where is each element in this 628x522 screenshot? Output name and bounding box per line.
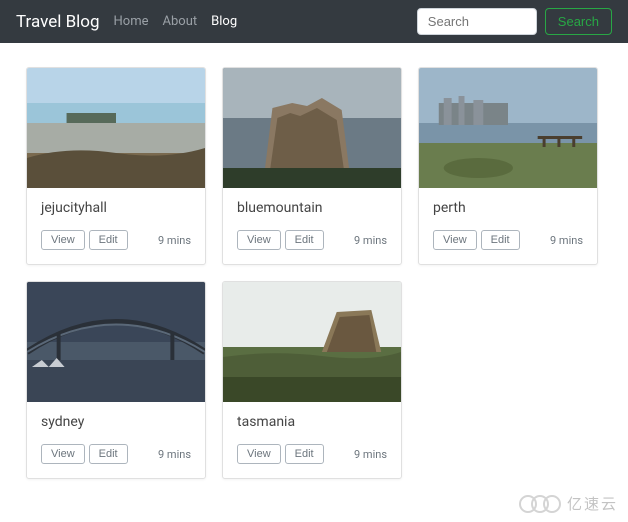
card-image xyxy=(223,282,401,402)
card-title: jejucityhall xyxy=(41,200,191,216)
card-grid: jejucityhall View Edit 9 mins bluemounta… xyxy=(0,43,628,503)
card-sydney: sydney View Edit 9 mins xyxy=(26,281,206,479)
card-title: bluemountain xyxy=(237,200,387,216)
navbar: Travel Blog Home About Blog Search xyxy=(0,0,628,43)
time-label: 9 mins xyxy=(354,448,387,461)
view-button[interactable]: View xyxy=(433,230,477,250)
card-image xyxy=(27,68,205,188)
watermark-text: 亿速云 xyxy=(567,493,618,514)
watermark-icon xyxy=(519,495,561,513)
nav-right: Search xyxy=(417,8,612,35)
view-button[interactable]: View xyxy=(41,230,85,250)
card-image xyxy=(27,282,205,402)
card-jejucityhall: jejucityhall View Edit 9 mins xyxy=(26,67,206,265)
card-image xyxy=(419,68,597,188)
view-button[interactable]: View xyxy=(41,444,85,464)
card-title: tasmania xyxy=(237,414,387,430)
nav-link-about[interactable]: About xyxy=(163,14,198,29)
edit-button[interactable]: Edit xyxy=(89,230,128,250)
time-label: 9 mins xyxy=(158,448,191,461)
card-title: sydney xyxy=(41,414,191,430)
card-image xyxy=(223,68,401,188)
time-label: 9 mins xyxy=(158,234,191,247)
time-label: 9 mins xyxy=(550,234,583,247)
edit-button[interactable]: Edit xyxy=(481,230,520,250)
watermark: 亿速云 xyxy=(519,493,618,514)
nav-left: Travel Blog Home About Blog xyxy=(16,12,237,32)
search-button[interactable]: Search xyxy=(545,8,612,35)
brand[interactable]: Travel Blog xyxy=(16,12,100,32)
card-title: perth xyxy=(433,200,583,216)
card-tasmania: tasmania View Edit 9 mins xyxy=(222,281,402,479)
edit-button[interactable]: Edit xyxy=(89,444,128,464)
edit-button[interactable]: Edit xyxy=(285,230,324,250)
search-input[interactable] xyxy=(417,8,537,35)
time-label: 9 mins xyxy=(354,234,387,247)
view-button[interactable]: View xyxy=(237,230,281,250)
nav-link-blog[interactable]: Blog xyxy=(211,14,237,29)
card-bluemountain: bluemountain View Edit 9 mins xyxy=(222,67,402,265)
view-button[interactable]: View xyxy=(237,444,281,464)
nav-link-home[interactable]: Home xyxy=(114,14,149,29)
edit-button[interactable]: Edit xyxy=(285,444,324,464)
card-perth: perth View Edit 9 mins xyxy=(418,67,598,265)
